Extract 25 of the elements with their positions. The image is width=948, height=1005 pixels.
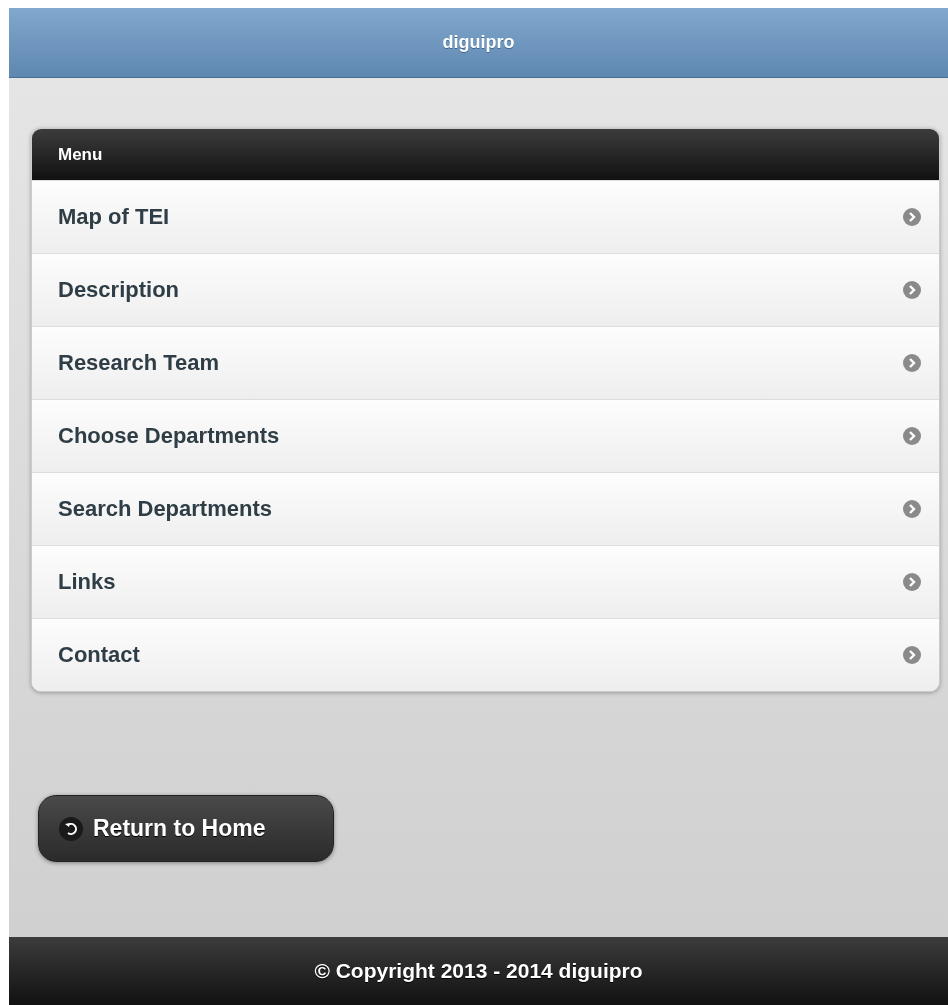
menu-item-label: Research Team bbox=[58, 350, 219, 376]
header-title: diguipro bbox=[442, 32, 515, 53]
chevron-right-icon bbox=[903, 354, 921, 372]
return-home-button[interactable]: Return to Home bbox=[38, 795, 334, 862]
chevron-right-icon bbox=[903, 573, 921, 591]
menu-item[interactable]: Research Team bbox=[32, 326, 939, 399]
chevron-right-icon bbox=[903, 646, 921, 664]
menu-item[interactable]: Links bbox=[32, 545, 939, 618]
menu-item[interactable]: Search Departments bbox=[32, 472, 939, 545]
menu-item[interactable]: Choose Departments bbox=[32, 399, 939, 472]
menu-item[interactable]: Contact bbox=[32, 618, 939, 691]
menu-item-label: Description bbox=[58, 277, 180, 303]
chevron-right-icon bbox=[903, 208, 921, 226]
menu-item[interactable]: Description bbox=[32, 253, 939, 326]
menu-item[interactable]: Map of TEI bbox=[32, 180, 939, 253]
chevron-right-icon bbox=[903, 281, 921, 299]
menu-item-label: Links bbox=[58, 569, 116, 595]
menu-item-label: Search Departments bbox=[58, 496, 272, 522]
chevron-right-icon bbox=[903, 500, 921, 518]
menu-item-label: Map of TEI bbox=[58, 204, 170, 230]
menu-item-label: Choose Departments bbox=[58, 423, 280, 449]
copyright-text: © Copyright 2013 - 2014 diguipro bbox=[314, 959, 643, 983]
menu-title: Menu bbox=[58, 144, 103, 165]
chevron-right-icon bbox=[903, 427, 921, 445]
menu-item-label: Contact bbox=[58, 642, 140, 668]
